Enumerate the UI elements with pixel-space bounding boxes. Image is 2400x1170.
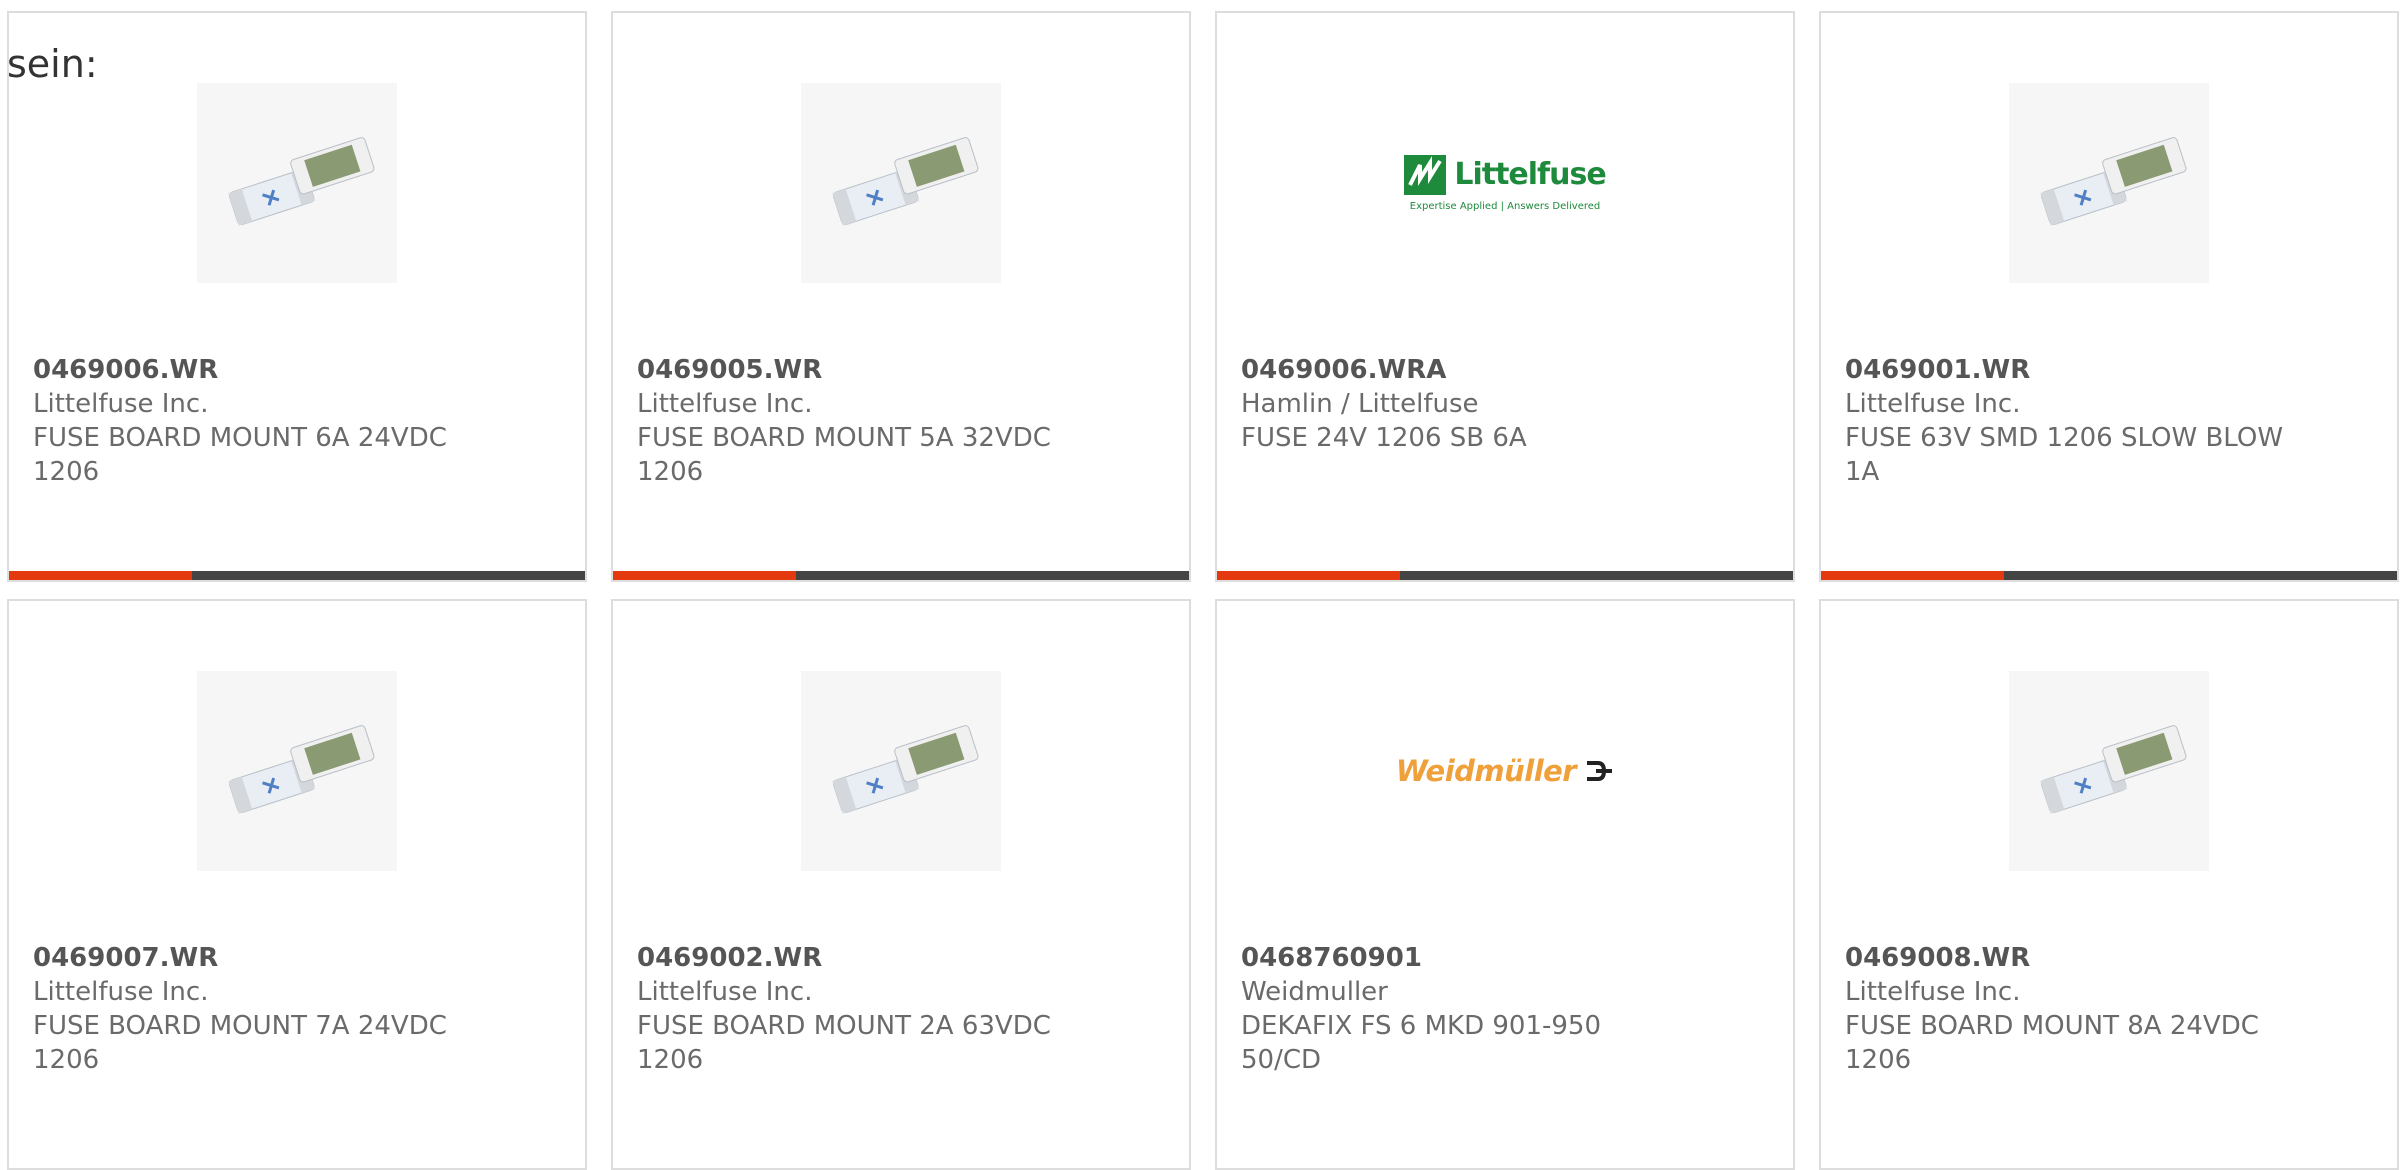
littelfuse-mark-icon (1404, 154, 1447, 195)
product-image[interactable] (197, 83, 397, 283)
product-card[interactable]: Weidmüller 0468760901 Weidmuller DEKAFIX… (1215, 599, 1795, 1170)
product-card[interactable]: Littelfuse Expertise Applied | Answers D… (1215, 11, 1795, 582)
accent-highlight (1821, 571, 2004, 580)
description-line: 1206 (637, 457, 704, 487)
description-line: 1206 (33, 1045, 100, 1075)
product-card[interactable]: 0469007.WR Littelfuse Inc. FUSE BOARD MO… (7, 599, 587, 1170)
description-line: 1206 (1845, 1045, 1912, 1075)
description-line: DEKAFIX FS 6 MKD 901-950 (1241, 1011, 1602, 1041)
description-line: FUSE BOARD MOUNT 8A 24VDC (1845, 1011, 2259, 1041)
accent-highlight (1217, 571, 1400, 580)
description-line: FUSE BOARD MOUNT 5A 32VDC (637, 423, 1051, 453)
logo-tagline: Expertise Applied | Answers Delivered (1409, 200, 1601, 212)
part-number[interactable]: 0469006.WR (33, 353, 473, 387)
product-card[interactable]: 0469008.WR Littelfuse Inc. FUSE BOARD MO… (1819, 599, 2399, 1170)
product-card[interactable]: 0469006.WR Littelfuse Inc. FUSE BOARD MO… (7, 11, 587, 582)
product-image[interactable] (2009, 83, 2209, 283)
part-number[interactable]: 0469006.WRA (1241, 353, 1681, 387)
card-accent-bar (9, 571, 585, 580)
card-accent-bar (1821, 571, 2397, 580)
part-number[interactable]: 0469001.WR (1845, 353, 2285, 387)
description-line: 1206 (33, 457, 100, 487)
product-info: 0469005.WR Littelfuse Inc. FUSE BOARD MO… (637, 353, 1077, 489)
card-accent-bar (1217, 571, 1793, 580)
product-info: 0469008.WR Littelfuse Inc. FUSE BOARD MO… (1845, 941, 2285, 1077)
manufacturer: Littelfuse Inc. (1845, 977, 2021, 1007)
smd-fuse-icon (832, 137, 979, 226)
product-image[interactable] (197, 671, 397, 871)
weidmuller-mark-icon (1587, 761, 1613, 781)
product-image[interactable] (2009, 671, 2209, 871)
product-info: 0469002.WR Littelfuse Inc. FUSE BOARD MO… (637, 941, 1077, 1077)
logo-wordmark: Weidmüller (1395, 754, 1577, 788)
product-image[interactable] (801, 83, 1001, 283)
description-line: FUSE BOARD MOUNT 6A 24VDC (33, 423, 447, 453)
description-line: FUSE 63V SMD 1206 SLOW BLOW (1845, 423, 2284, 453)
logo-wordmark: Littelfuse (1454, 157, 1606, 192)
weidmuller-logo: Weidmüller (1396, 754, 1614, 788)
littelfuse-logo: Littelfuse Expertise Applied | Answers D… (1404, 154, 1607, 212)
accent-highlight (613, 571, 796, 580)
product-image[interactable] (801, 671, 1001, 871)
smd-fuse-icon (228, 725, 375, 814)
product-info: 0469007.WR Littelfuse Inc. FUSE BOARD MO… (33, 941, 473, 1077)
product-card[interactable]: 0469002.WR Littelfuse Inc. FUSE BOARD MO… (611, 599, 1191, 1170)
manufacturer: Weidmuller (1241, 977, 1388, 1007)
description-line: 1206 (637, 1045, 704, 1075)
intro-text: sein: (7, 42, 98, 86)
smd-fuse-icon (228, 137, 375, 226)
smd-fuse-icon (832, 725, 979, 814)
product-image[interactable]: Weidmüller (1396, 671, 1613, 871)
manufacturer: Littelfuse Inc. (637, 977, 813, 1007)
part-number[interactable]: 0468760901 (1241, 941, 1681, 975)
smd-fuse-icon (2040, 725, 2187, 814)
description-line: 50/CD (1241, 1045, 1322, 1075)
product-info: 0469001.WR Littelfuse Inc. FUSE 63V SMD … (1845, 353, 2285, 489)
product-info: 0469006.WRA Hamlin / Littelfuse FUSE 24V… (1241, 353, 1681, 455)
description-line: FUSE BOARD MOUNT 2A 63VDC (637, 1011, 1051, 1041)
part-number[interactable]: 0469008.WR (1845, 941, 2285, 975)
part-number[interactable]: 0469005.WR (637, 353, 1077, 387)
product-card[interactable]: 0469001.WR Littelfuse Inc. FUSE 63V SMD … (1819, 11, 2399, 582)
accent-highlight (9, 571, 192, 580)
smd-fuse-icon (2040, 137, 2187, 226)
description-line: FUSE BOARD MOUNT 7A 24VDC (33, 1011, 447, 1041)
product-grid: 0469006.WR Littelfuse Inc. FUSE BOARD MO… (7, 11, 2399, 1170)
manufacturer: Littelfuse Inc. (637, 389, 813, 419)
product-card[interactable]: 0469005.WR Littelfuse Inc. FUSE BOARD MO… (611, 11, 1191, 582)
product-info: 0469006.WR Littelfuse Inc. FUSE BOARD MO… (33, 353, 473, 489)
description-line: 1A (1845, 457, 1880, 487)
part-number[interactable]: 0469007.WR (33, 941, 473, 975)
product-info: 0468760901 Weidmuller DEKAFIX FS 6 MKD 9… (1241, 941, 1681, 1077)
card-accent-bar (613, 571, 1189, 580)
manufacturer: Littelfuse Inc. (1845, 389, 2021, 419)
description-line: FUSE 24V 1206 SB 6A (1241, 423, 1527, 453)
manufacturer: Littelfuse Inc. (33, 389, 209, 419)
manufacturer: Hamlin / Littelfuse (1241, 389, 1479, 419)
product-image[interactable]: Littelfuse Expertise Applied | Answers D… (1404, 83, 1607, 283)
manufacturer: Littelfuse Inc. (33, 977, 209, 1007)
part-number[interactable]: 0469002.WR (637, 941, 1077, 975)
